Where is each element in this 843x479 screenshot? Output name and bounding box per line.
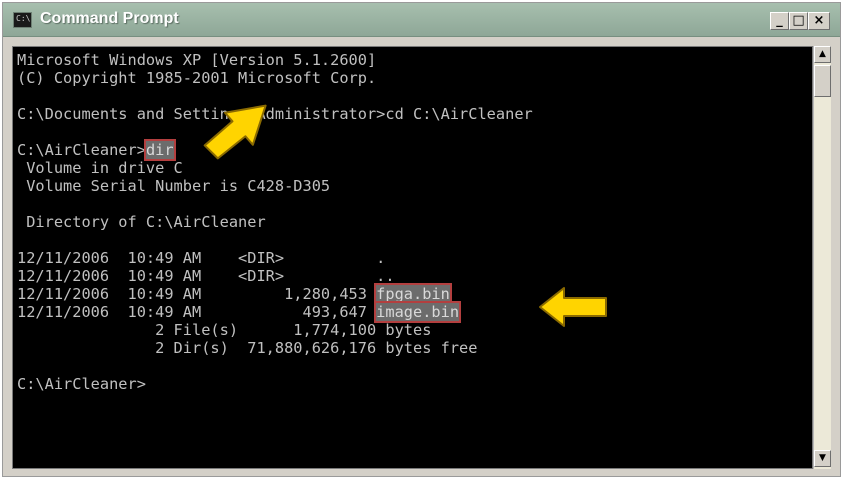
dir-command-highlight: dir	[143, 139, 176, 161]
console-line: 12/11/2006 10:49 AM 493,647 image.bin	[17, 301, 462, 323]
command-prompt-window: C:\ Command Prompt _ □ × Microsoft Windo…	[2, 2, 841, 477]
window-title: Command Prompt	[40, 10, 179, 27]
scroll-down-button[interactable]: ▼	[814, 450, 831, 467]
fpga-bin-highlight: fpga.bin	[374, 283, 452, 305]
arrow-pointer-icon	[203, 104, 267, 160]
console-line: C:\AirCleaner>	[17, 375, 146, 393]
file-entry-info: 12/11/2006 10:49 AM 1,280,453	[17, 285, 377, 303]
console-line: (C) Copyright 1985-2001 Microsoft Corp.	[17, 69, 377, 87]
console-line: 12/11/2006 10:49 AM <DIR> .	[17, 249, 386, 267]
console-line: Volume in drive C	[17, 159, 183, 177]
scroll-up-button[interactable]: ▲	[814, 46, 831, 63]
minimize-button[interactable]: _	[770, 12, 789, 30]
console-line: Volume Serial Number is C428-D305	[17, 177, 331, 195]
console-output[interactable]: Microsoft Windows XP [Version 5.1.2600] …	[12, 46, 813, 469]
console-line: 12/11/2006 10:49 AM <DIR> ..	[17, 267, 395, 285]
console-prompt: C:\AirCleaner>	[17, 141, 146, 159]
arrow-pointer-icon	[539, 287, 607, 327]
title-bar[interactable]: C:\ Command Prompt _ □ ×	[3, 3, 840, 37]
console-line: 12/11/2006 10:49 AM 1,280,453 fpga.bin	[17, 283, 452, 305]
console-line: 2 File(s) 1,774,100 bytes	[17, 321, 432, 339]
scroll-thumb[interactable]	[814, 65, 831, 97]
console-line: Microsoft Windows XP [Version 5.1.2600]	[17, 51, 377, 69]
file-entry-info: 12/11/2006 10:49 AM 493,647	[17, 303, 377, 321]
close-button[interactable]: ×	[808, 12, 830, 30]
console-line: Directory of C:\AirCleaner	[17, 213, 266, 231]
app-icon-label: C:\	[16, 14, 31, 23]
console-line: C:\AirCleaner>dir	[17, 139, 176, 161]
console-app-icon[interactable]: C:\	[13, 12, 32, 28]
maximize-button[interactable]: □	[789, 12, 808, 30]
vertical-scrollbar[interactable]: ▲ ▼	[813, 46, 831, 469]
console-line: 2 Dir(s) 71,880,626,176 bytes free	[17, 339, 478, 357]
image-bin-highlight: image.bin	[374, 301, 462, 323]
